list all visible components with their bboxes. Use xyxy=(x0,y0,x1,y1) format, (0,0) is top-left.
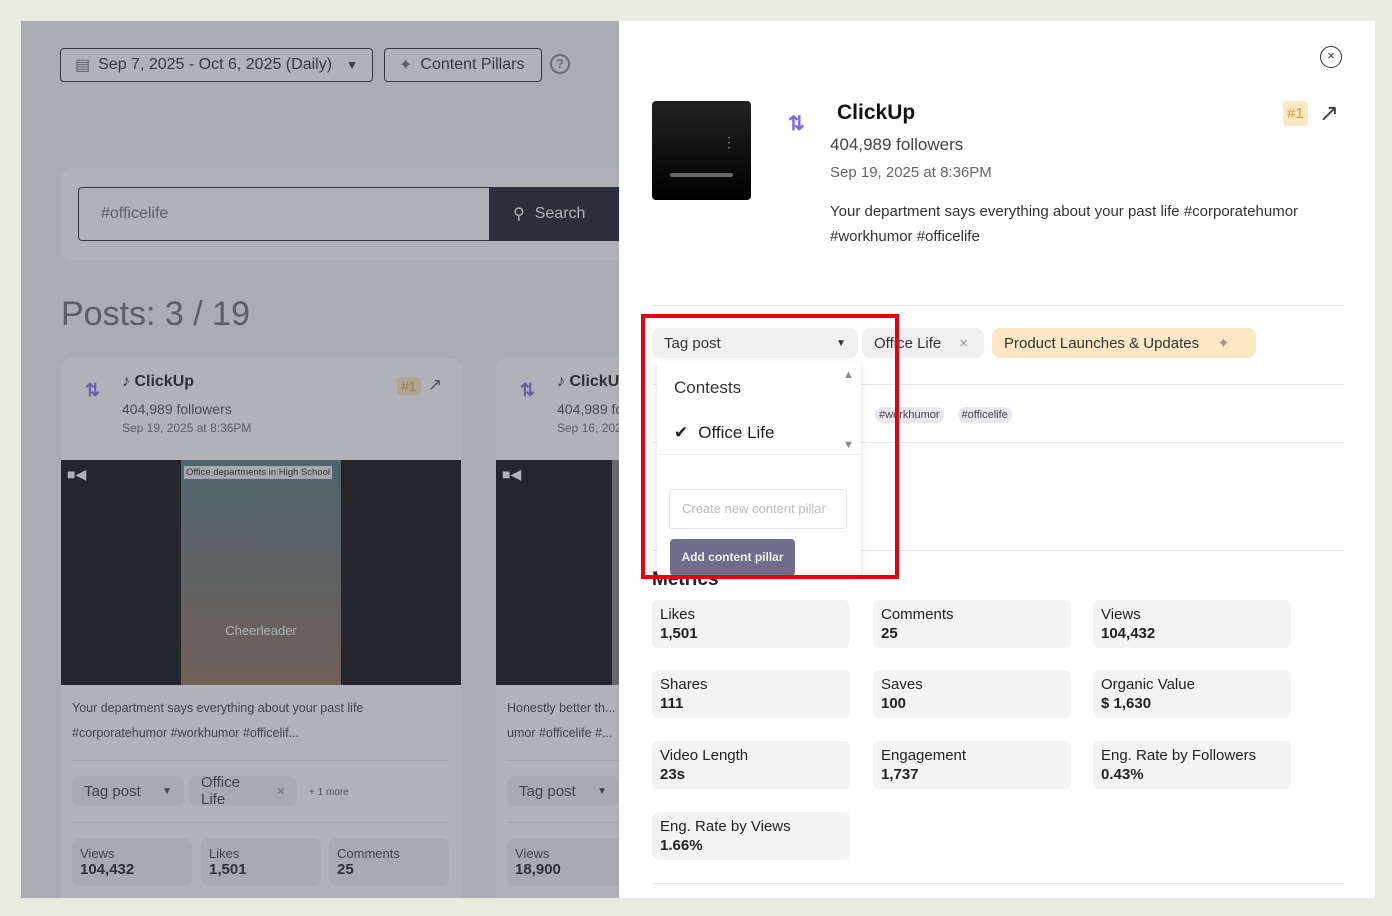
metric-saves: Saves100 xyxy=(873,670,1071,718)
metric-organic-value: Organic Value$ 1,630 xyxy=(1093,670,1291,718)
rank-badge: #1 xyxy=(1283,101,1308,126)
metric-eng-rate-views: Eng. Rate by Views1.66% xyxy=(652,812,850,860)
metric-shares: Shares111 xyxy=(652,670,850,718)
metric-eng-rate-followers: Eng. Rate by Followers0.43% xyxy=(1093,741,1291,789)
clickup-logo-icon: ⇅ xyxy=(788,111,805,136)
external-link-icon[interactable]: ↗ xyxy=(1319,99,1339,128)
metric-engagement: Engagement1,737 xyxy=(873,741,1071,789)
highlight-box xyxy=(641,314,899,579)
post-thumbnail[interactable]: ⋮ xyxy=(652,101,751,200)
close-panel-button[interactable]: × xyxy=(1320,46,1342,68)
account-name: ClickUp xyxy=(837,101,915,125)
pill-label: Product Launches & Updates xyxy=(1004,335,1199,352)
pillar-pill-product-launches[interactable]: Product Launches & Updates ✦ xyxy=(992,328,1256,358)
post-detail-panel: × ⋮ ⇅ ClickUp 404,989 followers Sep 19, … xyxy=(619,21,1375,898)
modal-overlay[interactable] xyxy=(21,21,619,898)
followers: 404,989 followers xyxy=(830,135,963,155)
hashtag-chip[interactable]: #officelife xyxy=(958,407,1012,423)
close-icon[interactable]: × xyxy=(959,335,968,352)
posts-page: ▤ Sep 7, 2025 - Oct 6, 2025 (Daily) ▼ ✦ … xyxy=(21,21,619,898)
metric-comments: Comments25 xyxy=(873,600,1071,648)
app: ▤ Sep 7, 2025 - Oct 6, 2025 (Daily) ▼ ✦ … xyxy=(21,21,1375,898)
sparkle-icon: ✦ xyxy=(1217,334,1230,352)
post-date: Sep 19, 2025 at 8:36PM xyxy=(830,164,992,181)
metric-video-length: Video Length23s xyxy=(652,741,850,789)
post-caption: Your department says everything about yo… xyxy=(830,199,1350,249)
metric-views: Views104,432 xyxy=(1093,600,1291,648)
metric-likes: Likes1,501 xyxy=(652,600,850,648)
